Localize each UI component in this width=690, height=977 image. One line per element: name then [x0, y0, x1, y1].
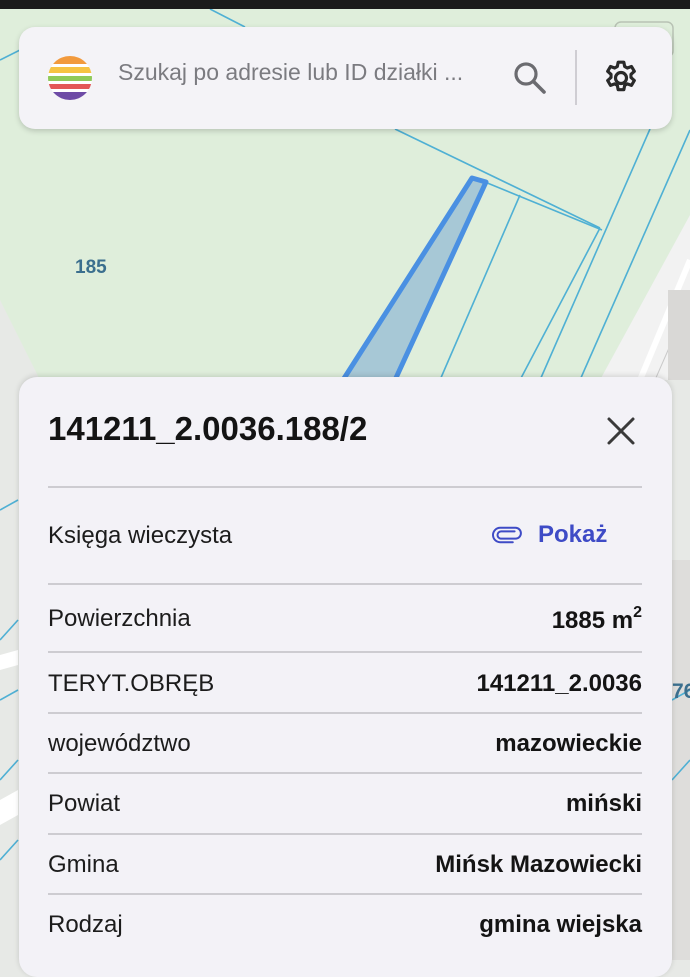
parcel-id-title: 141211_2.0036.188/2	[48, 410, 368, 447]
search-input[interactable]	[118, 59, 488, 86]
voivodeship-value: mazowieckie	[495, 730, 642, 757]
area-value-text: 1885 m	[551, 607, 634, 634]
paperclip-icon	[492, 526, 522, 544]
area-label: Powierzchnia	[48, 605, 191, 632]
commune-type-label: Rodzaj	[48, 911, 123, 938]
land-registry-label: Księga wieczysta	[48, 522, 233, 549]
commune-value: Mińsk Mazowiecki	[435, 851, 642, 878]
voivodeship-label: województwo	[48, 730, 191, 757]
precinct-value: 141211_2.0036	[476, 670, 642, 697]
show-button-label: Pokaż	[538, 521, 608, 548]
gear-icon[interactable]	[601, 58, 641, 98]
divider	[48, 833, 642, 835]
parcel-number-label: 185	[75, 257, 107, 278]
divider	[48, 893, 642, 895]
divider	[48, 772, 642, 774]
county-value: miński	[565, 790, 642, 817]
divider	[48, 583, 642, 585]
show-land-registry-button[interactable]: Pokaż	[492, 517, 607, 553]
search-icon[interactable]	[512, 60, 548, 96]
county-label: Powiat	[48, 790, 121, 817]
commune-type-value: gmina wiejska	[479, 911, 642, 938]
search-divider	[575, 50, 577, 105]
commune-label: Gmina	[48, 851, 119, 878]
divider	[48, 651, 642, 653]
area-value: 1885 m2	[551, 604, 642, 635]
area-unit-exponent: 2	[633, 604, 642, 621]
status-bar	[0, 0, 690, 9]
rainbow-stripes-logo-icon	[47, 55, 93, 101]
parcel-number-label-edge: 76	[672, 680, 690, 703]
divider	[48, 712, 642, 714]
precinct-label: TERYT.OBRĘB	[48, 670, 215, 697]
close-icon[interactable]	[603, 413, 639, 449]
divider	[48, 486, 642, 488]
